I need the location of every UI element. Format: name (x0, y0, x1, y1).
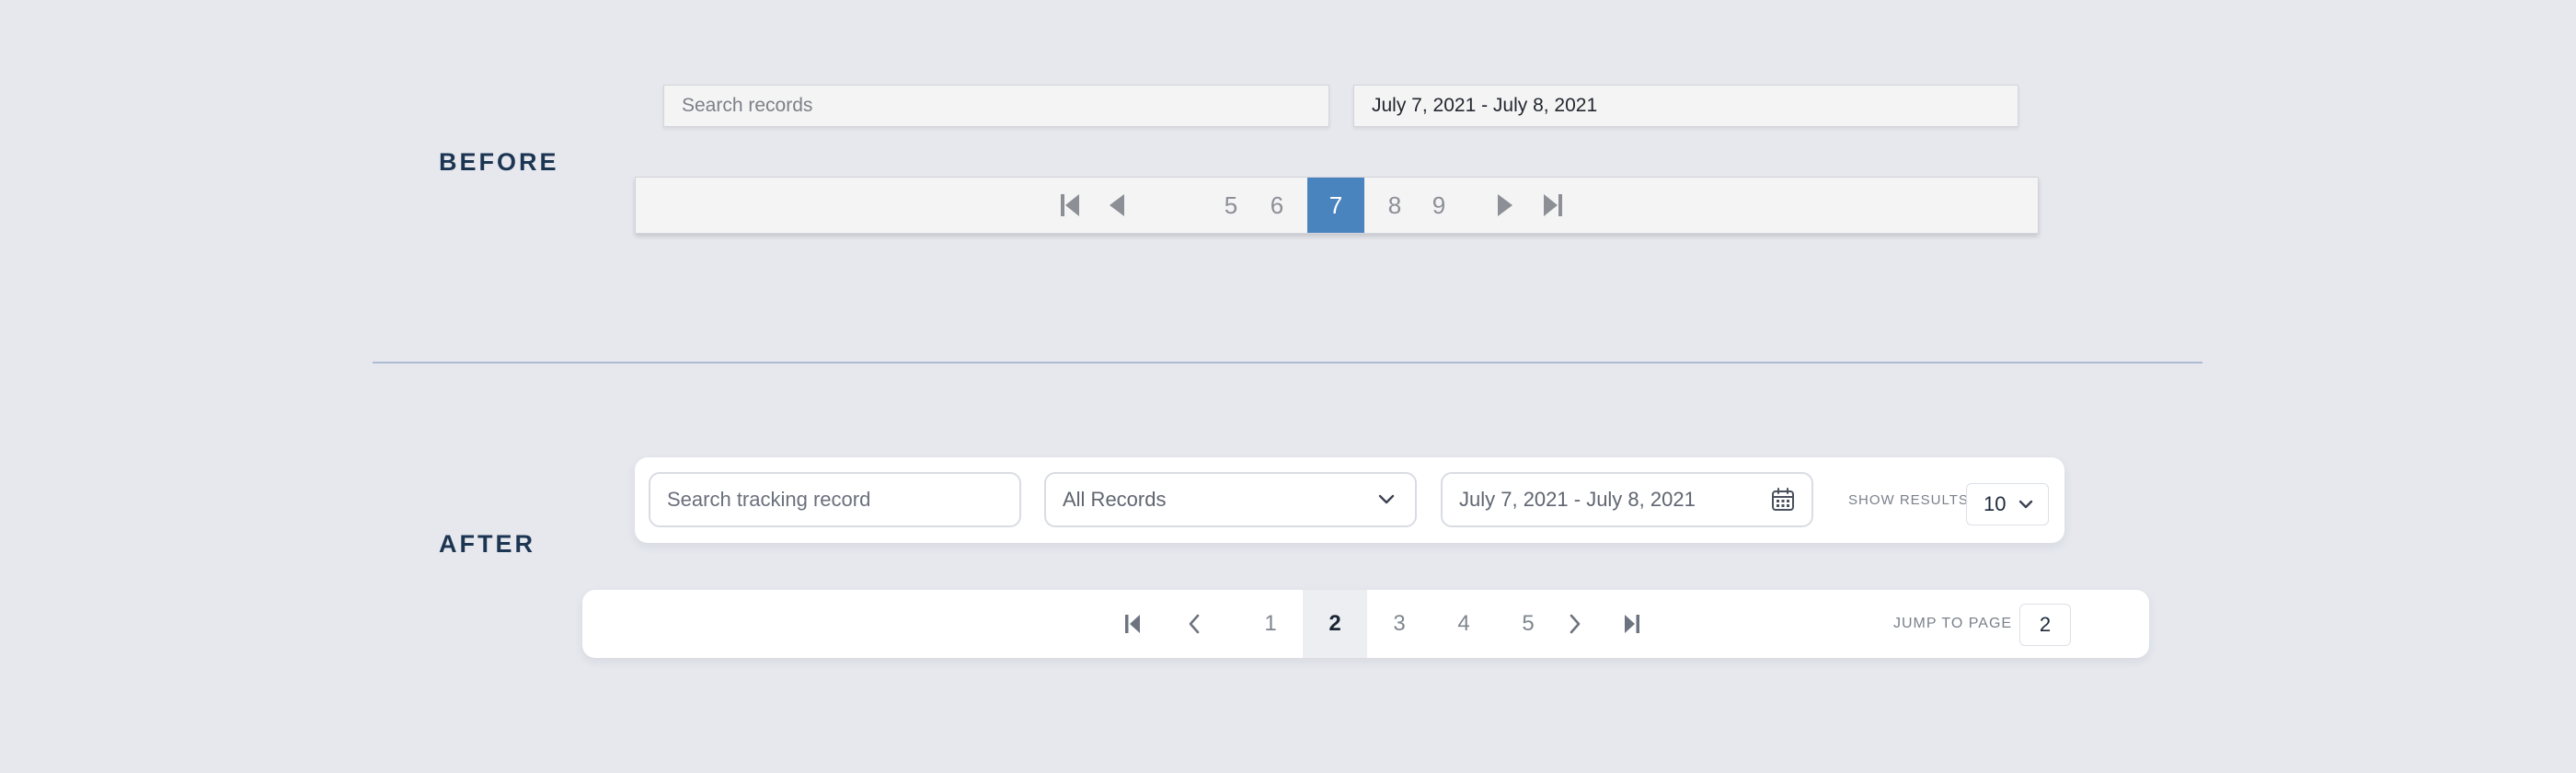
jump-to-page-input[interactable] (2019, 604, 2071, 646)
prev-page-icon (1110, 194, 1124, 216)
last-page-icon (1625, 615, 1639, 633)
record-filter-dropdown[interactable]: All Records (1044, 472, 1417, 527)
before-page-7-current[interactable]: 7 (1307, 178, 1364, 233)
after-filter-bar: All Records July 7, 2021 - July 8, 2021 … (635, 457, 2064, 543)
before-section-label: BEFORE (439, 148, 559, 176)
after-page-1[interactable]: 1 (1238, 590, 1303, 658)
date-range-picker[interactable]: July 7, 2021 - July 8, 2021 (1441, 472, 1813, 527)
before-page-6[interactable]: 6 (1263, 178, 1291, 233)
last-page-icon (1544, 194, 1562, 216)
before-date-range-field[interactable]: July 7, 2021 - July 8, 2021 (1353, 85, 2018, 127)
before-last-page-button[interactable] (1535, 178, 1571, 233)
after-page-2-current[interactable]: 2 (1303, 590, 1367, 658)
after-first-page-button[interactable] (1114, 590, 1151, 658)
show-results-dropdown[interactable]: 10 (1966, 483, 2049, 525)
date-range-value: July 7, 2021 - July 8, 2021 (1459, 488, 1696, 511)
after-page-3[interactable]: 3 (1367, 590, 1432, 658)
before-page-5[interactable]: 5 (1217, 178, 1245, 233)
record-filter-value: All Records (1063, 488, 1167, 511)
before-next-page-button[interactable] (1487, 178, 1524, 233)
calendar-icon (1772, 488, 1794, 511)
before-search-input[interactable] (663, 85, 1329, 127)
after-page-4[interactable]: 4 (1432, 590, 1496, 658)
after-search-input[interactable] (649, 472, 1021, 527)
after-pagination-bar: 1 2 3 4 5 JUMP TO PAGE (582, 590, 2149, 658)
before-page-9[interactable]: 9 (1425, 178, 1453, 233)
prev-page-icon (1189, 614, 1200, 634)
show-results-value: 10 (1984, 492, 2007, 515)
after-page-5[interactable]: 5 (1496, 590, 1560, 658)
before-pagination-bar: 5 6 7 8 9 (635, 177, 2039, 234)
first-page-icon (1125, 615, 1140, 633)
next-page-icon (1498, 194, 1512, 216)
show-results-label: SHOW RESULTS (1848, 492, 1969, 508)
after-last-page-button[interactable] (1614, 590, 1650, 658)
section-divider (373, 362, 2202, 363)
chevron-down-icon (1378, 494, 1395, 504)
before-first-page-button[interactable] (1052, 178, 1088, 233)
chevron-down-icon (2018, 500, 2033, 508)
jump-to-page-label: JUMP TO PAGE (1893, 616, 2013, 631)
after-section-label: AFTER (439, 530, 535, 558)
next-page-icon (1570, 614, 1581, 634)
first-page-icon (1061, 194, 1079, 216)
before-prev-page-button[interactable] (1098, 178, 1135, 233)
after-prev-page-button[interactable] (1176, 590, 1213, 658)
before-page-8[interactable]: 8 (1381, 178, 1409, 233)
after-next-page-button[interactable] (1557, 590, 1593, 658)
